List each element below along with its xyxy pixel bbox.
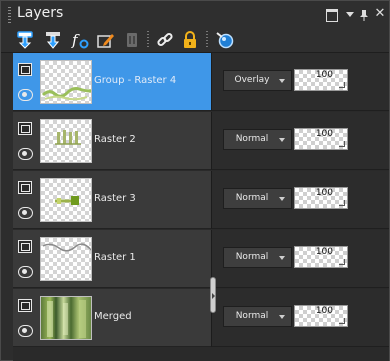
opacity-value: 100 bbox=[315, 188, 333, 198]
column-splitter-handle[interactable] bbox=[210, 277, 216, 313]
visibility-eye-icon[interactable] bbox=[18, 325, 33, 337]
layer-row-left[interactable]: Raster 2 bbox=[13, 112, 211, 170]
layers-palette: Layers ✕ f Group - Raster 4 Overlay 100 … bbox=[0, 0, 390, 361]
chevron-down-icon bbox=[279, 79, 285, 83]
toolbar-separator bbox=[206, 31, 208, 49]
layer-name: Merged bbox=[94, 311, 132, 322]
blend-mode-dropdown[interactable]: Normal bbox=[223, 188, 292, 209]
opacity-value: 100 bbox=[315, 129, 333, 139]
layer-row-controls: Normal 100 bbox=[211, 112, 389, 170]
title-bar[interactable]: Layers ✕ bbox=[1, 1, 389, 28]
visibility-eye-icon[interactable] bbox=[18, 89, 33, 101]
chevron-down-icon bbox=[279, 197, 285, 201]
layer-mask-icon[interactable] bbox=[18, 181, 32, 194]
opacity-slider-handle-icon[interactable] bbox=[339, 82, 345, 88]
chevron-down-icon bbox=[279, 138, 285, 142]
layer-row[interactable]: Raster 2 Normal 100 bbox=[13, 112, 389, 171]
toolbar-separator bbox=[147, 31, 149, 49]
layer-name: Raster 3 bbox=[94, 193, 136, 204]
layer-properties-icon[interactable] bbox=[215, 30, 235, 50]
chevron-down-icon[interactable] bbox=[343, 7, 357, 21]
opacity-slider-handle-icon[interactable] bbox=[339, 200, 345, 206]
layer-row-left[interactable]: Raster 1 bbox=[13, 230, 211, 288]
layer-row-left[interactable]: Merged bbox=[13, 289, 211, 347]
close-icon[interactable]: ✕ bbox=[373, 7, 387, 21]
blend-mode-dropdown[interactable]: Normal bbox=[223, 306, 292, 327]
layer-row[interactable]: Raster 3 Normal 100 bbox=[13, 171, 389, 230]
opacity-slider-handle-icon[interactable] bbox=[339, 259, 345, 265]
blend-mode-dropdown[interactable]: Overlay bbox=[223, 70, 292, 91]
blend-mode-label: Overlay bbox=[234, 75, 270, 85]
opacity-field[interactable]: 100 bbox=[294, 128, 348, 150]
layer-mask-icon[interactable] bbox=[18, 240, 32, 253]
blend-mode-dropdown[interactable]: Normal bbox=[223, 129, 292, 150]
layer-row-controls: Overlay 100 bbox=[211, 53, 389, 111]
layer-mask-icon[interactable] bbox=[18, 63, 32, 76]
layer-row-left[interactable]: Raster 3 bbox=[13, 171, 211, 229]
layer-mask-icon[interactable] bbox=[18, 299, 32, 312]
chevron-down-icon bbox=[279, 315, 285, 319]
layer-name: Raster 2 bbox=[94, 134, 136, 145]
blend-mode-label: Normal bbox=[235, 252, 269, 262]
layer-thumbnail bbox=[40, 119, 92, 163]
layer-row-controls: Normal 100 bbox=[211, 171, 389, 229]
layer-row-controls: Normal 100 bbox=[211, 230, 389, 288]
blend-mode-label: Normal bbox=[235, 134, 269, 144]
layer-thumbnail bbox=[40, 60, 92, 104]
drag-grip-icon[interactable] bbox=[8, 7, 11, 23]
layer-name: Raster 1 bbox=[94, 252, 136, 263]
opacity-field[interactable]: 100 bbox=[294, 305, 348, 327]
layer-thumbnail bbox=[40, 178, 92, 222]
opacity-value: 100 bbox=[315, 306, 333, 316]
layer-thumbnail bbox=[40, 296, 92, 340]
layer-mask-icon[interactable] bbox=[18, 122, 32, 135]
opacity-value: 100 bbox=[315, 70, 333, 80]
layer-name: Group - Raster 4 bbox=[94, 75, 177, 86]
blend-mode-dropdown[interactable]: Normal bbox=[223, 247, 292, 268]
opacity-slider-handle-icon[interactable] bbox=[339, 141, 345, 147]
opacity-slider-handle-icon[interactable] bbox=[339, 318, 345, 324]
visibility-eye-icon[interactable] bbox=[18, 148, 33, 160]
link-icon[interactable] bbox=[155, 30, 175, 50]
opacity-field[interactable]: 100 bbox=[294, 69, 348, 91]
layer-row[interactable]: Raster 1 Normal 100 bbox=[13, 230, 389, 289]
pin-icon[interactable] bbox=[357, 7, 371, 21]
chevron-down-icon bbox=[279, 256, 285, 260]
svg-text:f: f bbox=[71, 31, 80, 49]
blend-mode-label: Normal bbox=[235, 193, 269, 203]
layer-row-left[interactable]: Group - Raster 4 bbox=[13, 53, 211, 111]
opacity-field[interactable]: 100 bbox=[294, 187, 348, 209]
delete-layer-icon[interactable] bbox=[122, 30, 142, 50]
new-vector-layer-icon[interactable] bbox=[43, 30, 63, 50]
visibility-eye-icon[interactable] bbox=[18, 207, 33, 219]
layer-thumbnail bbox=[40, 237, 92, 281]
layer-row[interactable]: Group - Raster 4 Overlay 100 bbox=[13, 53, 389, 112]
new-raster-layer-icon[interactable] bbox=[15, 30, 35, 50]
lock-icon[interactable] bbox=[180, 30, 200, 50]
blend-mode-label: Normal bbox=[235, 311, 269, 321]
edit-layer-icon[interactable] bbox=[96, 30, 116, 50]
layer-effects-icon[interactable]: f bbox=[70, 30, 90, 50]
layers-toolbar: f bbox=[1, 28, 389, 53]
panel-title: Layers bbox=[17, 5, 64, 21]
opacity-field[interactable]: 100 bbox=[294, 246, 348, 268]
layer-row-controls: Normal 100 bbox=[211, 289, 389, 347]
layer-row[interactable]: Merged Normal 100 bbox=[13, 289, 389, 348]
visibility-eye-icon[interactable] bbox=[18, 266, 33, 278]
opacity-value: 100 bbox=[315, 247, 333, 257]
restore-window-icon[interactable] bbox=[324, 7, 338, 22]
layer-list: Group - Raster 4 Overlay 100 Raster 2 No… bbox=[13, 53, 389, 361]
